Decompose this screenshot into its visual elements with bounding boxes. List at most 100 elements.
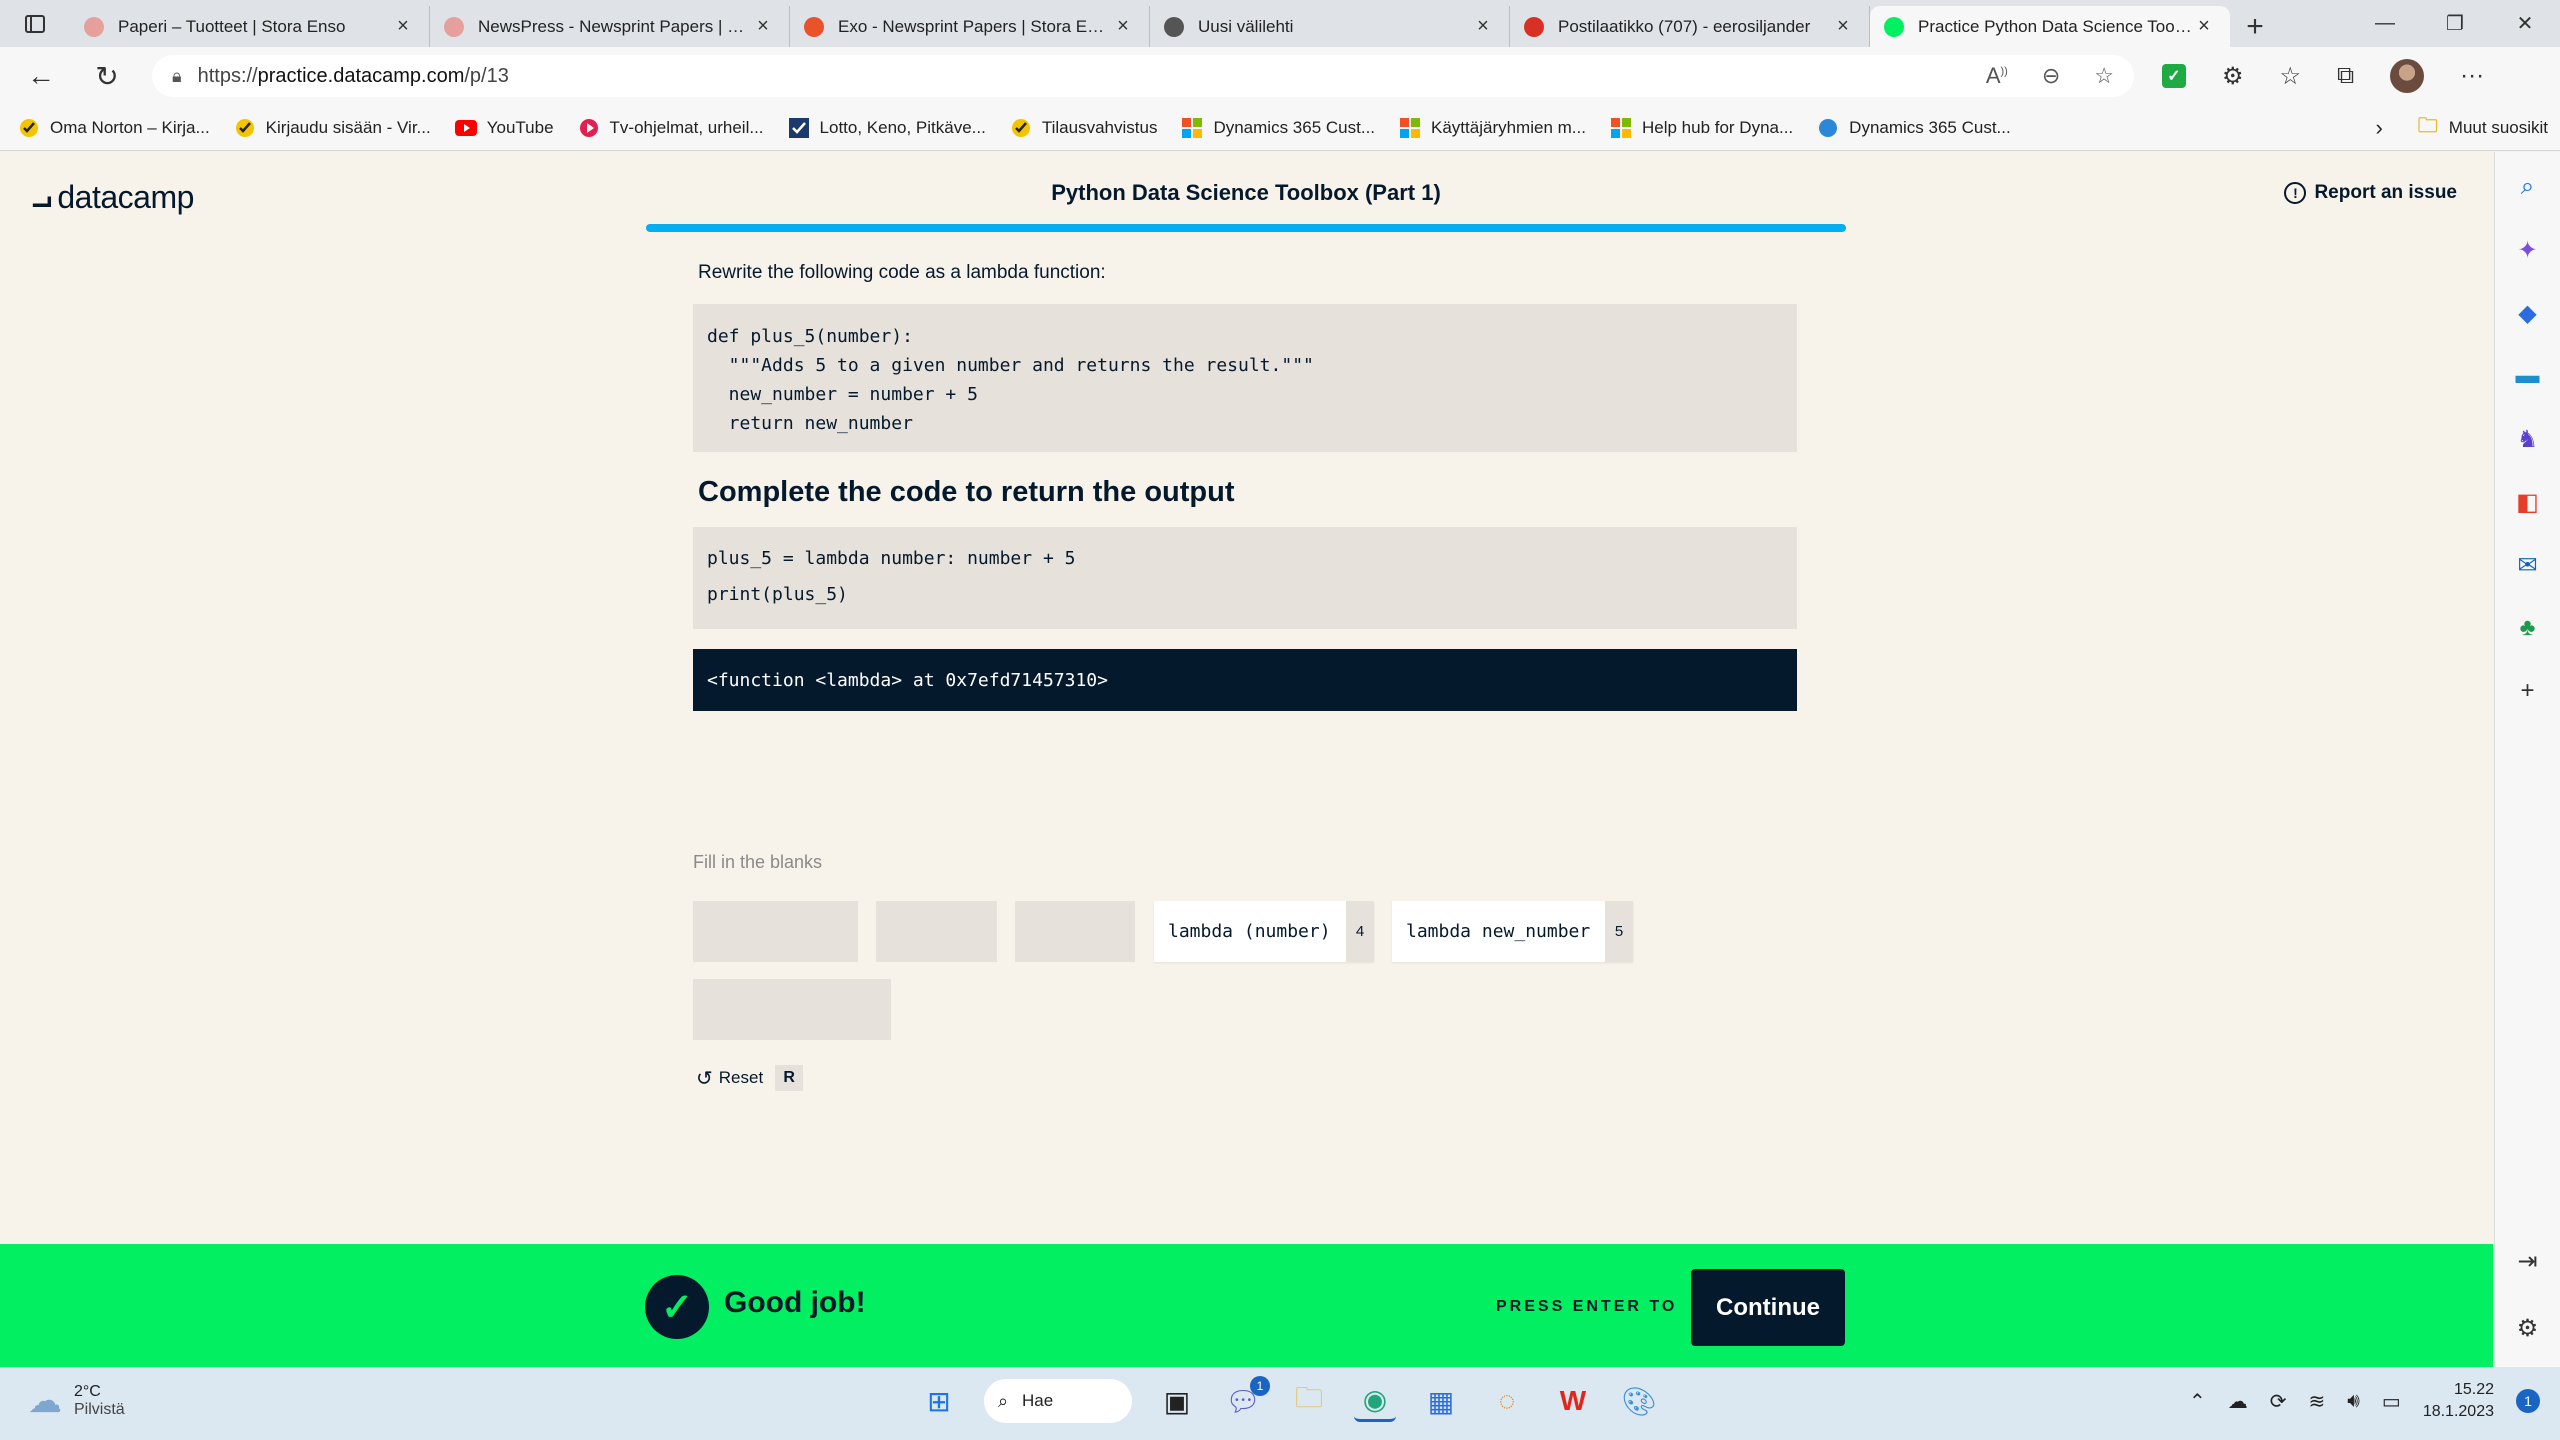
bookmarks-bar: Oma Norton – Kirja... Kirjaudu sisään - V… <box>0 105 2560 151</box>
blank-slot[interactable] <box>693 979 891 1040</box>
clock[interactable]: 15.22 18.1.2023 <box>2423 1379 2494 1423</box>
address-toolbar: ← ↻ 🔒︎ https:// practice.datacamp.com /p… <box>0 47 2560 105</box>
url-path: /p/13 <box>464 64 509 87</box>
weather-temperature: 2°C <box>74 1383 101 1400</box>
file-explorer-icon[interactable]: 🗀 <box>1288 1380 1330 1422</box>
bookmark-item[interactable]: Käyttäjäryhmien m... <box>1399 117 1586 139</box>
start-windows-icon[interactable]: ⊞ <box>918 1380 960 1422</box>
tab-actions-button[interactable] <box>0 0 70 47</box>
tab-close-icon[interactable]: × <box>1831 15 1855 38</box>
bookmark-item[interactable]: Dynamics 365 Cust... <box>1181 117 1375 139</box>
browser-tab[interactable]: Paperi – Tuotteet | Stora Enso × <box>70 6 430 47</box>
tree-icon[interactable]: ♣ <box>2513 613 2543 643</box>
bookmark-item[interactable]: Tilausvahvistus <box>1010 117 1157 139</box>
url-bar[interactable]: 🔒︎ https:// practice.datacamp.com /p/13 … <box>152 55 2134 97</box>
favorites-icon[interactable]: ☆ <box>2280 62 2302 91</box>
bookmark-item[interactable]: Kirjaudu sisään - Vir... <box>234 117 431 139</box>
hide-sidebar-icon[interactable]: ⇥ <box>2517 1247 2537 1276</box>
datacamp-logo[interactable]: ⨼ datacamp <box>32 178 194 217</box>
bookmark-item[interactable]: YouTube <box>454 117 554 139</box>
console-output: <function <lambda> at 0x7efd71457310> <box>693 649 1797 711</box>
tab-close-icon[interactable]: × <box>2192 15 2216 38</box>
refresh-button[interactable]: ↻ <box>74 60 140 93</box>
search-icon[interactable]: ⌕ <box>2513 172 2543 202</box>
bookmarks-overflow-icon[interactable]: › <box>2375 115 2382 141</box>
tab-close-icon[interactable]: × <box>1111 15 1135 38</box>
tab-title: NewsPress - Newsprint Papers | Stora Ens… <box>478 16 751 36</box>
shopping-tag-icon[interactable]: ◆ <box>2513 298 2543 328</box>
sync-icon[interactable]: ⟳ <box>2270 1389 2287 1414</box>
office-icon[interactable]: ◧ <box>2513 487 2543 517</box>
blank-slot[interactable] <box>1015 901 1135 962</box>
more-menu-icon[interactable]: ··· <box>2460 62 2484 90</box>
games-icon[interactable]: ♞ <box>2513 424 2543 454</box>
task-view-icon[interactable]: ▣ <box>1156 1380 1198 1422</box>
datacamp-logo-icon: ⨼ <box>32 178 52 216</box>
browser-tab[interactable]: Postilaatikko (707) - eerosiljander × <box>1510 6 1870 47</box>
zoom-icon[interactable]: ⊖ <box>2042 63 2060 89</box>
copilot-sparkle-icon[interactable]: ✦ <box>2513 235 2543 265</box>
minimize-button[interactable]: — <box>2350 0 2420 47</box>
tray-overflow-icon[interactable]: ⌃ <box>2189 1389 2206 1414</box>
back-button[interactable]: ← <box>8 60 74 92</box>
profile-avatar[interactable] <box>2390 59 2425 93</box>
tab-close-icon[interactable]: × <box>1471 15 1495 38</box>
paint-icon[interactable]: 🎨︎ <box>1618 1380 1660 1422</box>
fill-in-blanks-label: Fill in the blanks <box>693 852 823 872</box>
bookmark-item[interactable]: Dynamics 365 Cust... <box>1817 117 2011 139</box>
feedback-bar: ✓ Good job! PRESS ENTER TO Continue <box>0 1244 2493 1367</box>
battery-icon[interactable]: ▭ <box>2382 1389 2401 1414</box>
volume-icon[interactable]: 🔊︎ <box>2347 1390 2360 1413</box>
bookmark-item[interactable]: Help hub for Dyna... <box>1610 117 1793 139</box>
add-favorite-icon[interactable]: ☆ <box>2094 63 2114 89</box>
wps-office-icon[interactable]: W <box>1552 1380 1594 1422</box>
bookmark-item[interactable]: Oma Norton – Kirja... <box>18 117 210 139</box>
clock-time: 15.22 <box>2453 1381 2494 1398</box>
norton-extension-icon[interactable]: ✓ <box>2162 64 2186 88</box>
close-window-button[interactable]: ✕ <box>2490 0 2560 47</box>
other-favorites-folder[interactable]: 🗀 Muut suosikit <box>2417 114 2548 139</box>
read-aloud-icon[interactable]: A)) <box>1986 63 2008 89</box>
reset-button[interactable]: ↺ Reset R <box>696 1065 804 1091</box>
jupyter-icon[interactable]: ◌ <box>1486 1380 1528 1422</box>
new-tab-button[interactable]: + <box>2230 6 2280 47</box>
veikkaus-icon <box>788 117 810 139</box>
extensions-icon[interactable]: ⚙ <box>2222 62 2244 91</box>
weather-widget[interactable]: ☁ 2°C Pilvistä <box>28 1381 125 1421</box>
tab-favicon-icon <box>84 16 104 37</box>
weather-condition: Pilvistä <box>74 1401 125 1418</box>
chat-icon[interactable]: 💬︎ 1 <box>1222 1376 1270 1422</box>
browser-tab[interactable]: Uusi välilehti × <box>1150 6 1510 47</box>
browser-tab[interactable]: NewsPress - Newsprint Papers | Stora Ens… <box>430 6 790 47</box>
bookmark-item[interactable]: Lotto, Keno, Pitkäve... <box>788 117 986 139</box>
collections-icon[interactable]: ⧉ <box>2337 62 2354 90</box>
tab-close-icon[interactable]: × <box>391 15 415 38</box>
restore-button[interactable]: ❐ <box>2420 0 2490 47</box>
folder-icon: 🗀 <box>2417 114 2438 137</box>
option-chip-lambda-number[interactable]: lambda (number) 4 <box>1154 901 1374 962</box>
bookmark-item[interactable]: Tv-ohjelmat, urheil... <box>578 117 764 139</box>
tab-title: Postilaatikko (707) - eerosiljander <box>1558 16 1811 36</box>
taskbar-search[interactable]: ⌕ Hae <box>984 1379 1132 1423</box>
sidebar-settings-icon[interactable]: ⚙ <box>2517 1314 2539 1343</box>
browser-tab[interactable]: Exo - Newsprint Papers | Stora Enso × <box>790 6 1150 47</box>
onedrive-icon[interactable]: ☁ <box>2228 1389 2248 1414</box>
wifi-icon[interactable]: ≋ <box>2309 1389 2326 1414</box>
option-chip-lambda-new-number[interactable]: lambda new_number 5 <box>1392 901 1633 962</box>
report-issue-button[interactable]: ! Report an issue <box>2284 182 2457 204</box>
blank-slot[interactable] <box>693 901 858 962</box>
url-scheme: https:// <box>197 64 258 87</box>
tab-title: Paperi – Tuotteet | Stora Enso <box>118 16 346 36</box>
norton-check-icon <box>1010 117 1032 139</box>
edge-browser-icon[interactable]: ◉ <box>1354 1380 1396 1422</box>
tools-briefcase-icon[interactable]: ▬ <box>2513 361 2543 391</box>
tab-close-icon[interactable]: × <box>751 15 775 38</box>
blank-slot[interactable] <box>876 901 997 962</box>
store-icon[interactable]: ▦ <box>1420 1380 1462 1422</box>
continue-button[interactable]: Continue <box>1691 1269 1845 1346</box>
browser-tab[interactable]: Practice Python Data Science Toolbox × <box>1870 6 2230 47</box>
outlook-icon[interactable]: ✉ <box>2513 550 2543 580</box>
notification-badge[interactable]: 1 <box>2516 1389 2540 1413</box>
add-sidebar-app-icon[interactable]: + <box>2513 676 2543 706</box>
tab-title: Practice Python Data Science Toolbox <box>1918 16 2192 36</box>
